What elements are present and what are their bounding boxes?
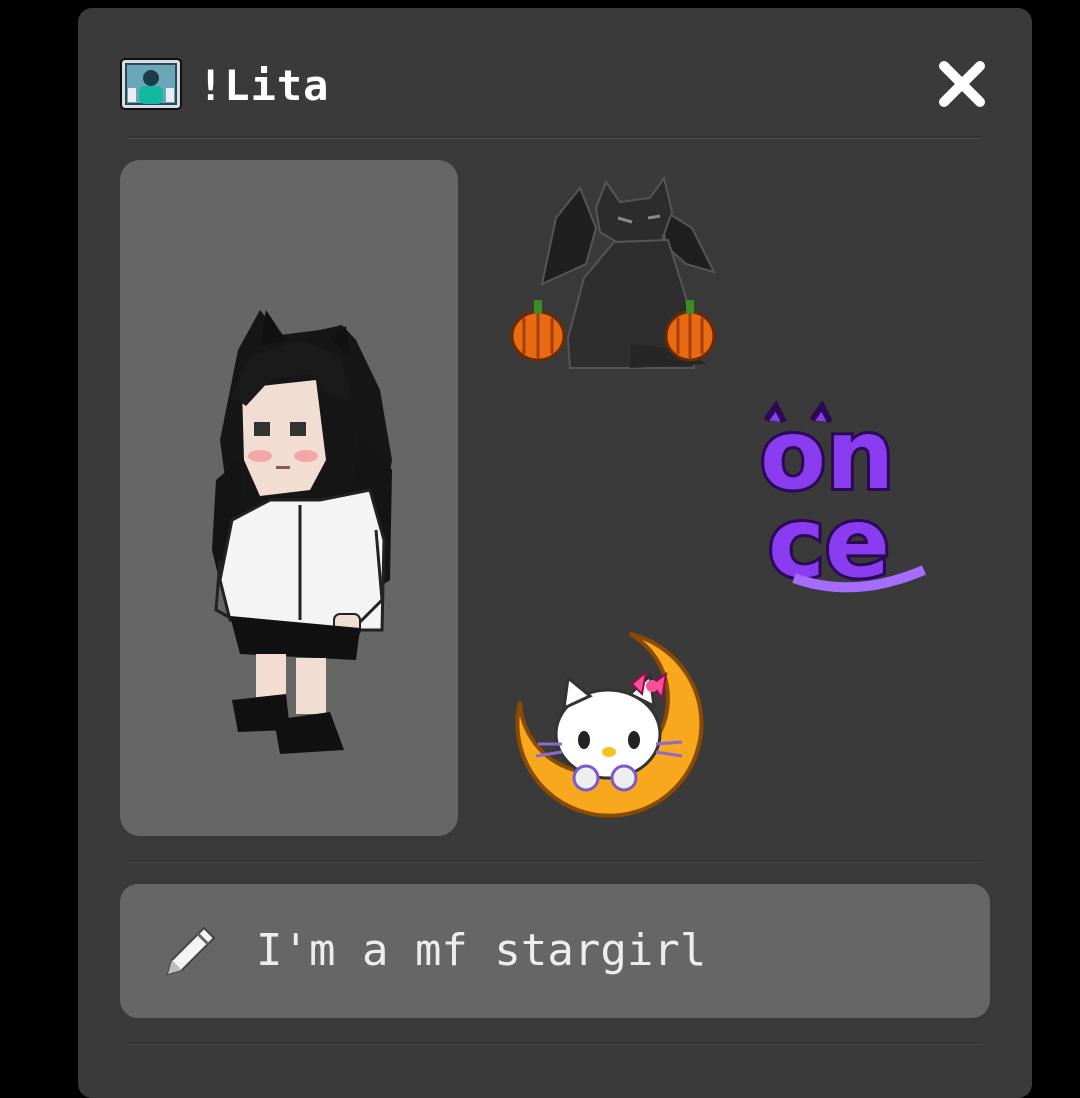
once-badge[interactable]: on ce [754, 400, 954, 600]
motto-text: I'm a mf stargirl [256, 925, 707, 976]
avatar-figure [212, 310, 392, 754]
motto-divider [128, 860, 982, 863]
header-divider [128, 136, 982, 139]
user-avatar-icon [120, 58, 182, 110]
window-header: !Lita [78, 8, 1032, 138]
avatar-card [120, 160, 458, 836]
bat-winged-cat-pumpkins-badge[interactable] [510, 168, 720, 378]
motto-field[interactable]: I'm a mf stargirl [120, 884, 990, 1018]
bottom-divider [128, 1042, 982, 1045]
close-icon[interactable] [934, 56, 990, 112]
hello-kitty-moon-badge[interactable] [512, 628, 712, 828]
username-title: !Lita [198, 61, 330, 110]
pencil-icon[interactable] [160, 920, 222, 982]
profile-window: !Lita on ce I'm a mf stargirl [78, 8, 1032, 1098]
